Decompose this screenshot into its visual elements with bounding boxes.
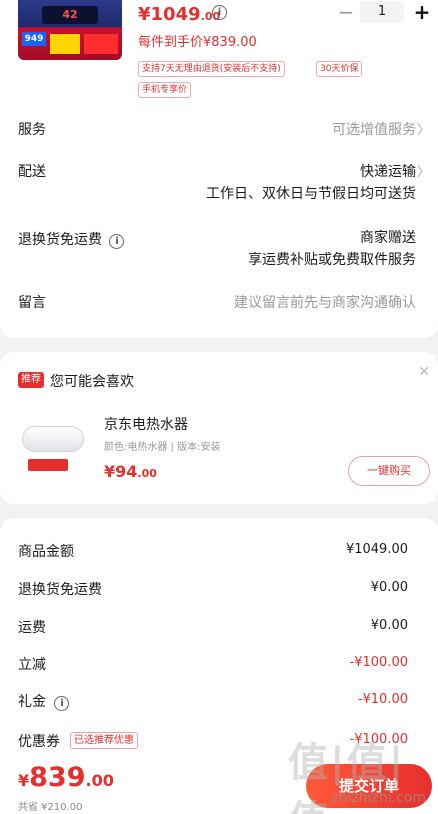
coupon-selected-tag[interactable]: 已选推荐优惠 — [70, 732, 138, 749]
quantity-decrease-button[interactable]: − — [336, 0, 356, 24]
service-value: 可选增值服务 — [332, 122, 416, 138]
thumbnail-red-block — [84, 34, 118, 54]
delivery-schedule: 工作日、双休日与节假日均可送货 — [206, 186, 416, 202]
product-thumbnail[interactable]: 42 949 — [18, 0, 122, 60]
summary-label-return-shipping: 退换货免运费 — [18, 582, 102, 598]
recommend-badge: 推荐 — [18, 372, 44, 388]
close-icon[interactable]: ✕ — [418, 364, 430, 380]
product-price: ¥1049.00 — [138, 4, 221, 25]
return-shipping-label: 退换货免运费 i — [18, 229, 125, 249]
heater-promo-tag — [28, 459, 68, 471]
recommend-item-price: ¥94.00 — [104, 462, 157, 481]
summary-value-discount: -¥100.00 — [349, 655, 408, 670]
recommendation-card: 推荐 您可能会喜欢 ✕ 京东电热水器 颜色:电热水器 | 版本:安装 ¥94.0… — [0, 352, 438, 504]
delivery-label: 配送 — [18, 164, 46, 180]
hand-price: 每件到手价¥839.00 — [138, 35, 257, 50]
chevron-right-icon: 〉 — [416, 165, 430, 180]
recommend-title: 您可能会喜欢 — [50, 374, 134, 390]
total-saved: 共省 ¥210.00 — [18, 802, 83, 813]
chevron-right-icon: 〉 — [416, 123, 430, 138]
note-input[interactable]: 建议留言前先与商家沟通确认 — [234, 292, 416, 312]
summary-label-discount: 立减 — [18, 657, 46, 673]
quantity-input[interactable]: 1 — [360, 1, 404, 23]
summary-value-shipping: ¥0.00 — [370, 618, 408, 633]
recommend-item-name[interactable]: 京东电热水器 — [104, 414, 188, 434]
tag-mobile-price: 手机专享价 — [138, 82, 192, 98]
delivery-method: 快递运输 — [360, 164, 416, 180]
summary-label-shipping: 运费 — [18, 620, 46, 636]
thumbnail-screen-readout: 42 — [42, 6, 98, 24]
summary-label-goods: 商品金额 — [18, 544, 74, 560]
order-item-card: 42 949 ¥1049.00 i − 1 + 每件到手价¥839.00 支持7… — [0, 0, 438, 338]
summary-value-gift: -¥10.00 — [357, 692, 408, 707]
return-shipping-sub: 享运费补贴或免费取件服务 — [248, 252, 416, 268]
one-click-buy-button[interactable]: 一键购买 — [348, 456, 430, 486]
return-shipping-value: 商家赠送 — [360, 230, 416, 246]
quantity-increase-button[interactable]: + — [412, 0, 432, 24]
water-heater-image[interactable] — [18, 404, 90, 486]
summary-value-goods: ¥1049.00 — [345, 542, 408, 557]
tag-return-policy: 支持7天无理由退货(安装后不支持) — [138, 61, 285, 77]
total-price: ¥839.00 — [18, 762, 114, 793]
summary-label-coupon[interactable]: 优惠券 — [18, 731, 60, 751]
recommend-item-spec: 颜色:电热水器 | 版本:安装 — [104, 442, 221, 453]
info-icon[interactable]: i — [109, 234, 125, 249]
service-label: 服务 — [18, 122, 46, 138]
heater-body — [22, 426, 84, 452]
note-label: 留言 — [18, 295, 46, 311]
info-icon[interactable]: i — [54, 696, 70, 711]
summary-value-return-shipping: ¥0.00 — [370, 580, 408, 595]
thumbnail-badge: 949 — [22, 32, 46, 46]
summary-label-gift[interactable]: 礼金 i — [18, 691, 70, 711]
checkout-bar: ¥839.00 共省 ¥210.00 提交订单 — [0, 756, 438, 814]
tag-price-protect: 30天价保 — [316, 61, 363, 77]
thumbnail-yellow-block — [50, 34, 80, 54]
price-info-icon[interactable]: i — [212, 5, 227, 20]
submit-order-button[interactable]: 提交订单 — [306, 764, 432, 808]
summary-value-coupon[interactable]: -¥100.00 — [350, 732, 408, 747]
